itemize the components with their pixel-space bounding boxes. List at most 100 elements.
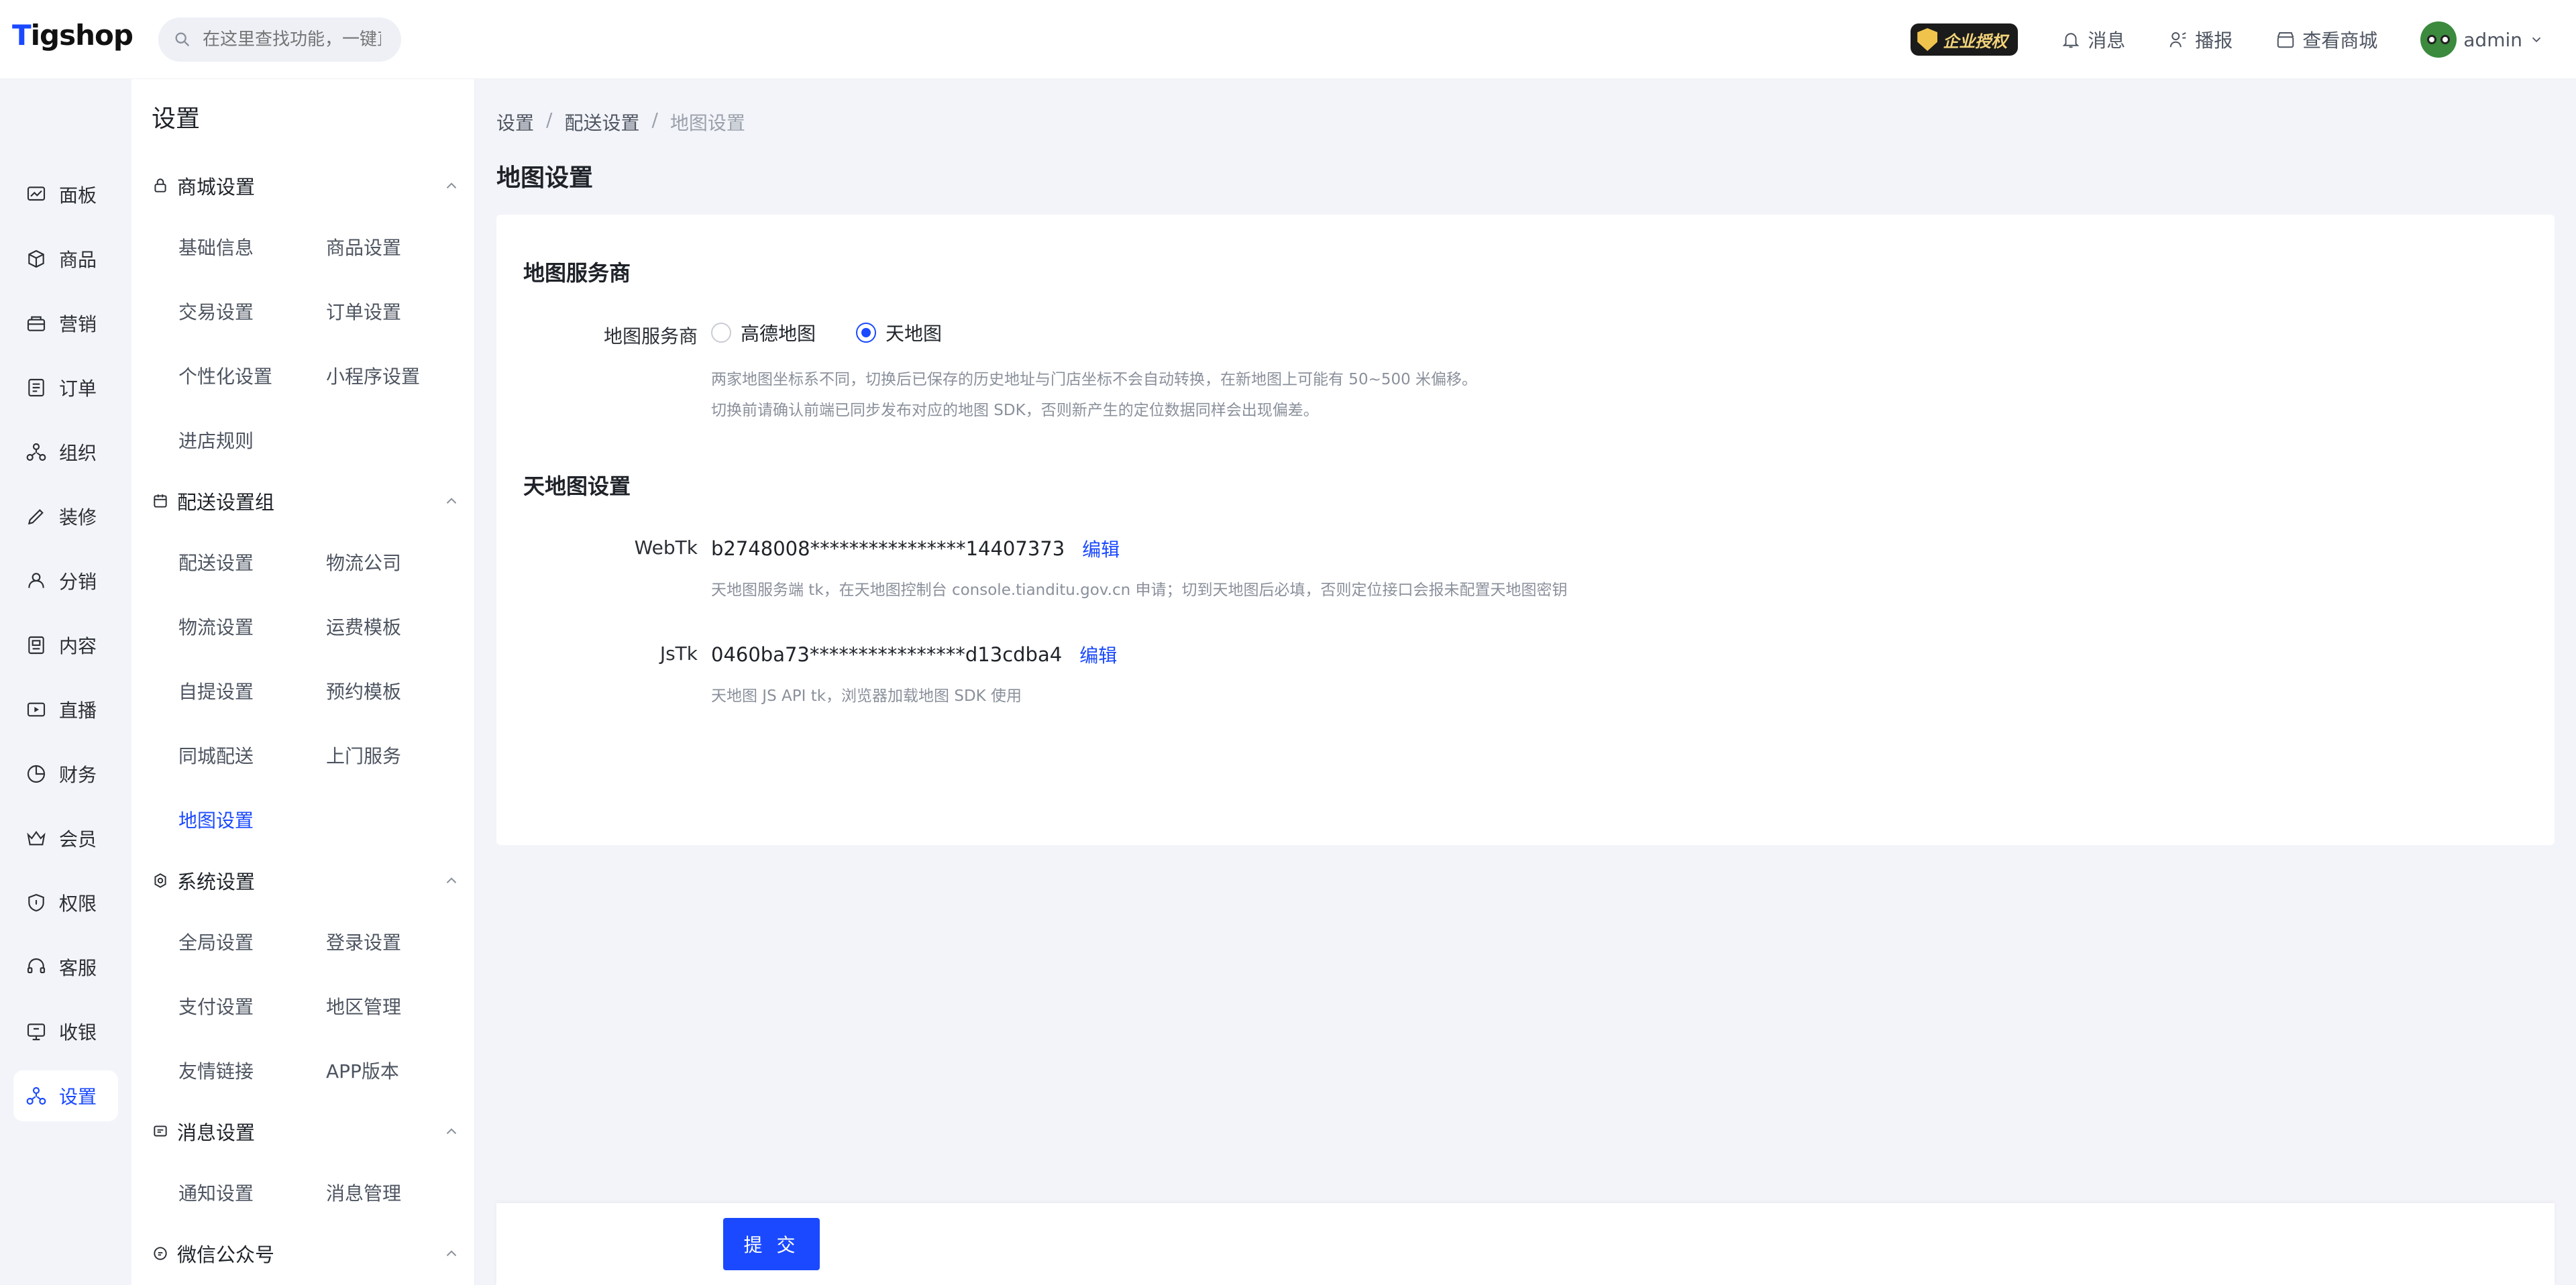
group-message-settings[interactable]: 消息设置: [152, 1115, 460, 1148]
nav-item-orders[interactable]: 订单: [13, 362, 118, 413]
group-wechat-official[interactable]: 微信公众号: [152, 1237, 460, 1270]
app-logo[interactable]: Tigshop: [12, 19, 133, 52]
nav-item-organization[interactable]: 组织: [13, 427, 118, 478]
sublink-miniprogram[interactable]: 小程序设置: [326, 362, 420, 389]
service-icon: [27, 958, 46, 974]
view-store-button[interactable]: 查看商城: [2275, 26, 2377, 53]
radio-label: 高德地图: [741, 323, 816, 345]
settings-subnav: 设置 商城设置 基础信息 商品设置 交易设置 订单设置 个性化设置 小程序设置 …: [131, 79, 475, 1285]
jstk-row: 0460ba73****************d13cdba4 编辑: [711, 641, 1117, 668]
broadcast-button[interactable]: 播报: [2168, 26, 2233, 53]
user-name: admin: [2463, 28, 2522, 51]
group-delivery-settings[interactable]: 配送设置组: [152, 484, 460, 518]
top-bar: Tigshop 企业授权 消息 播报 查看商城 admin: [0, 0, 2576, 79]
provider-hint-1: 两家地图坐标系不同，切换后已保存的历史地址与门店坐标不会自动转换，在新地图上可能…: [711, 371, 1478, 388]
cashier-icon: [27, 1023, 46, 1041]
nav-label: 收银: [59, 1021, 97, 1044]
sublink-message-management[interactable]: 消息管理: [326, 1179, 401, 1206]
nav-item-service[interactable]: 客服: [13, 942, 118, 993]
nav-item-dashboard[interactable]: 面板: [13, 169, 118, 220]
nav-item-marketing[interactable]: 营销: [13, 298, 118, 349]
sublink-notify-settings[interactable]: 通知设置: [178, 1179, 254, 1206]
sublink-basic-info[interactable]: 基础信息: [178, 233, 254, 260]
sublink-logistics-settings[interactable]: 物流设置: [178, 613, 254, 640]
breadcrumb-delivery[interactable]: 配送设置: [564, 109, 639, 135]
nav-item-decorate[interactable]: 装修: [13, 491, 118, 542]
bottom-action-bar: 提 交: [496, 1203, 2555, 1285]
sublink-trade-settings[interactable]: 交易设置: [178, 298, 254, 325]
sublink-app-version[interactable]: APP版本: [326, 1057, 399, 1084]
enterprise-badge[interactable]: 企业授权: [1911, 23, 2019, 56]
jstk-hint: 天地图 JS API tk，浏览器加载地图 SDK 使用: [711, 687, 1022, 705]
nav-item-cashier[interactable]: 收银: [13, 1006, 118, 1057]
radio-tianditu[interactable]: 天地图: [856, 319, 942, 346]
permission-icon: [28, 893, 44, 912]
sublink-store-rules[interactable]: 进店规则: [178, 427, 254, 453]
calendar-icon: [154, 494, 167, 508]
nav-label: 客服: [59, 957, 97, 979]
nav-label: 组织: [59, 442, 97, 464]
nav-label: 会员: [59, 828, 97, 850]
sublink-login-settings[interactable]: 登录设置: [326, 928, 401, 955]
webtk-value: b2748008****************14407373: [711, 537, 1065, 560]
shield-icon: [1917, 28, 1938, 51]
section-title-tianditu: 天地图设置: [523, 473, 631, 499]
sublink-freight-template[interactable]: 运费模板: [326, 613, 401, 640]
finance-icon: [27, 765, 46, 783]
nav-label: 装修: [59, 506, 97, 528]
section-title-provider: 地图服务商: [523, 260, 631, 286]
nav-item-permission[interactable]: 权限: [13, 877, 118, 928]
enterprise-badge-label: 企业授权: [1943, 32, 2008, 51]
sublink-order-settings[interactable]: 订单设置: [326, 298, 401, 325]
messages-button[interactable]: 消息: [2061, 26, 2125, 53]
settings-card: 地图服务商 地图服务商 高德地图 天地图 两家地图坐标系不同，切换后已保存的历史…: [496, 215, 2555, 845]
box-icon: [28, 249, 44, 268]
chevron-up-icon: [446, 1250, 457, 1256]
sublink-map-settings[interactable]: 地图设置: [178, 806, 254, 833]
group-mall-settings[interactable]: 商城设置: [152, 169, 460, 203]
nav-item-finance[interactable]: 财务: [13, 748, 118, 799]
jstk-edit-link[interactable]: 编辑: [1079, 641, 1117, 668]
search-box[interactable]: [158, 17, 401, 62]
webtk-edit-link[interactable]: 编辑: [1082, 535, 1120, 562]
nav-item-member[interactable]: 会员: [13, 813, 118, 864]
nav-item-content[interactable]: 内容: [13, 620, 118, 671]
sublink-region-management[interactable]: 地区管理: [326, 993, 401, 1019]
content-icon: [28, 636, 44, 655]
user-menu[interactable]: admin: [2420, 21, 2544, 58]
sublink-delivery-settings[interactable]: 配送设置: [178, 549, 254, 575]
sublink-same-city[interactable]: 同城配送: [178, 742, 254, 769]
view-store-label: 查看商城: [2302, 30, 2378, 52]
breadcrumb-settings[interactable]: 设置: [496, 109, 534, 135]
radio-amap[interactable]: 高德地图: [711, 319, 816, 346]
sublink-logistics-company[interactable]: 物流公司: [326, 549, 401, 575]
sublink-goods-settings[interactable]: 商品设置: [326, 233, 401, 260]
chevron-up-icon: [446, 1128, 457, 1134]
broadcast-label: 播报: [2195, 30, 2233, 52]
webtk-label: WebTk: [634, 537, 698, 559]
nav-item-distribution[interactable]: 分销: [13, 555, 118, 606]
page-title: 地图设置: [496, 164, 594, 192]
sublink-personalization[interactable]: 个性化设置: [178, 362, 272, 389]
search-input[interactable]: [201, 29, 382, 50]
breadcrumb-separator: /: [651, 109, 658, 131]
sublink-pickup-settings[interactable]: 自提设置: [178, 677, 254, 704]
main-sidebar: 面板 商品 营销 订单 组织 装修 分销 内容 直播 财务 会员 权限 客服 收…: [0, 79, 131, 1285]
sublink-door-service[interactable]: 上门服务: [326, 742, 401, 769]
member-icon: [27, 830, 46, 846]
group-system-settings[interactable]: 系统设置: [152, 864, 460, 897]
submit-button[interactable]: 提 交: [723, 1218, 820, 1270]
chevron-up-icon: [446, 498, 457, 504]
nav-item-live[interactable]: 直播: [13, 684, 118, 735]
sublink-reservation-template[interactable]: 预约模板: [326, 677, 401, 704]
nav-label: 内容: [59, 635, 97, 657]
sublink-payment-settings[interactable]: 支付设置: [178, 993, 254, 1019]
search-icon: [175, 32, 190, 47]
sublink-friend-links[interactable]: 友情链接: [178, 1057, 254, 1084]
group-title: 配送设置组: [177, 491, 275, 514]
nav-item-goods[interactable]: 商品: [13, 233, 118, 284]
nav-item-settings[interactable]: 设置: [13, 1070, 118, 1121]
sublink-global-settings[interactable]: 全局设置: [178, 928, 254, 955]
radio-label: 天地图: [885, 323, 943, 345]
store-icon: [2277, 32, 2294, 48]
